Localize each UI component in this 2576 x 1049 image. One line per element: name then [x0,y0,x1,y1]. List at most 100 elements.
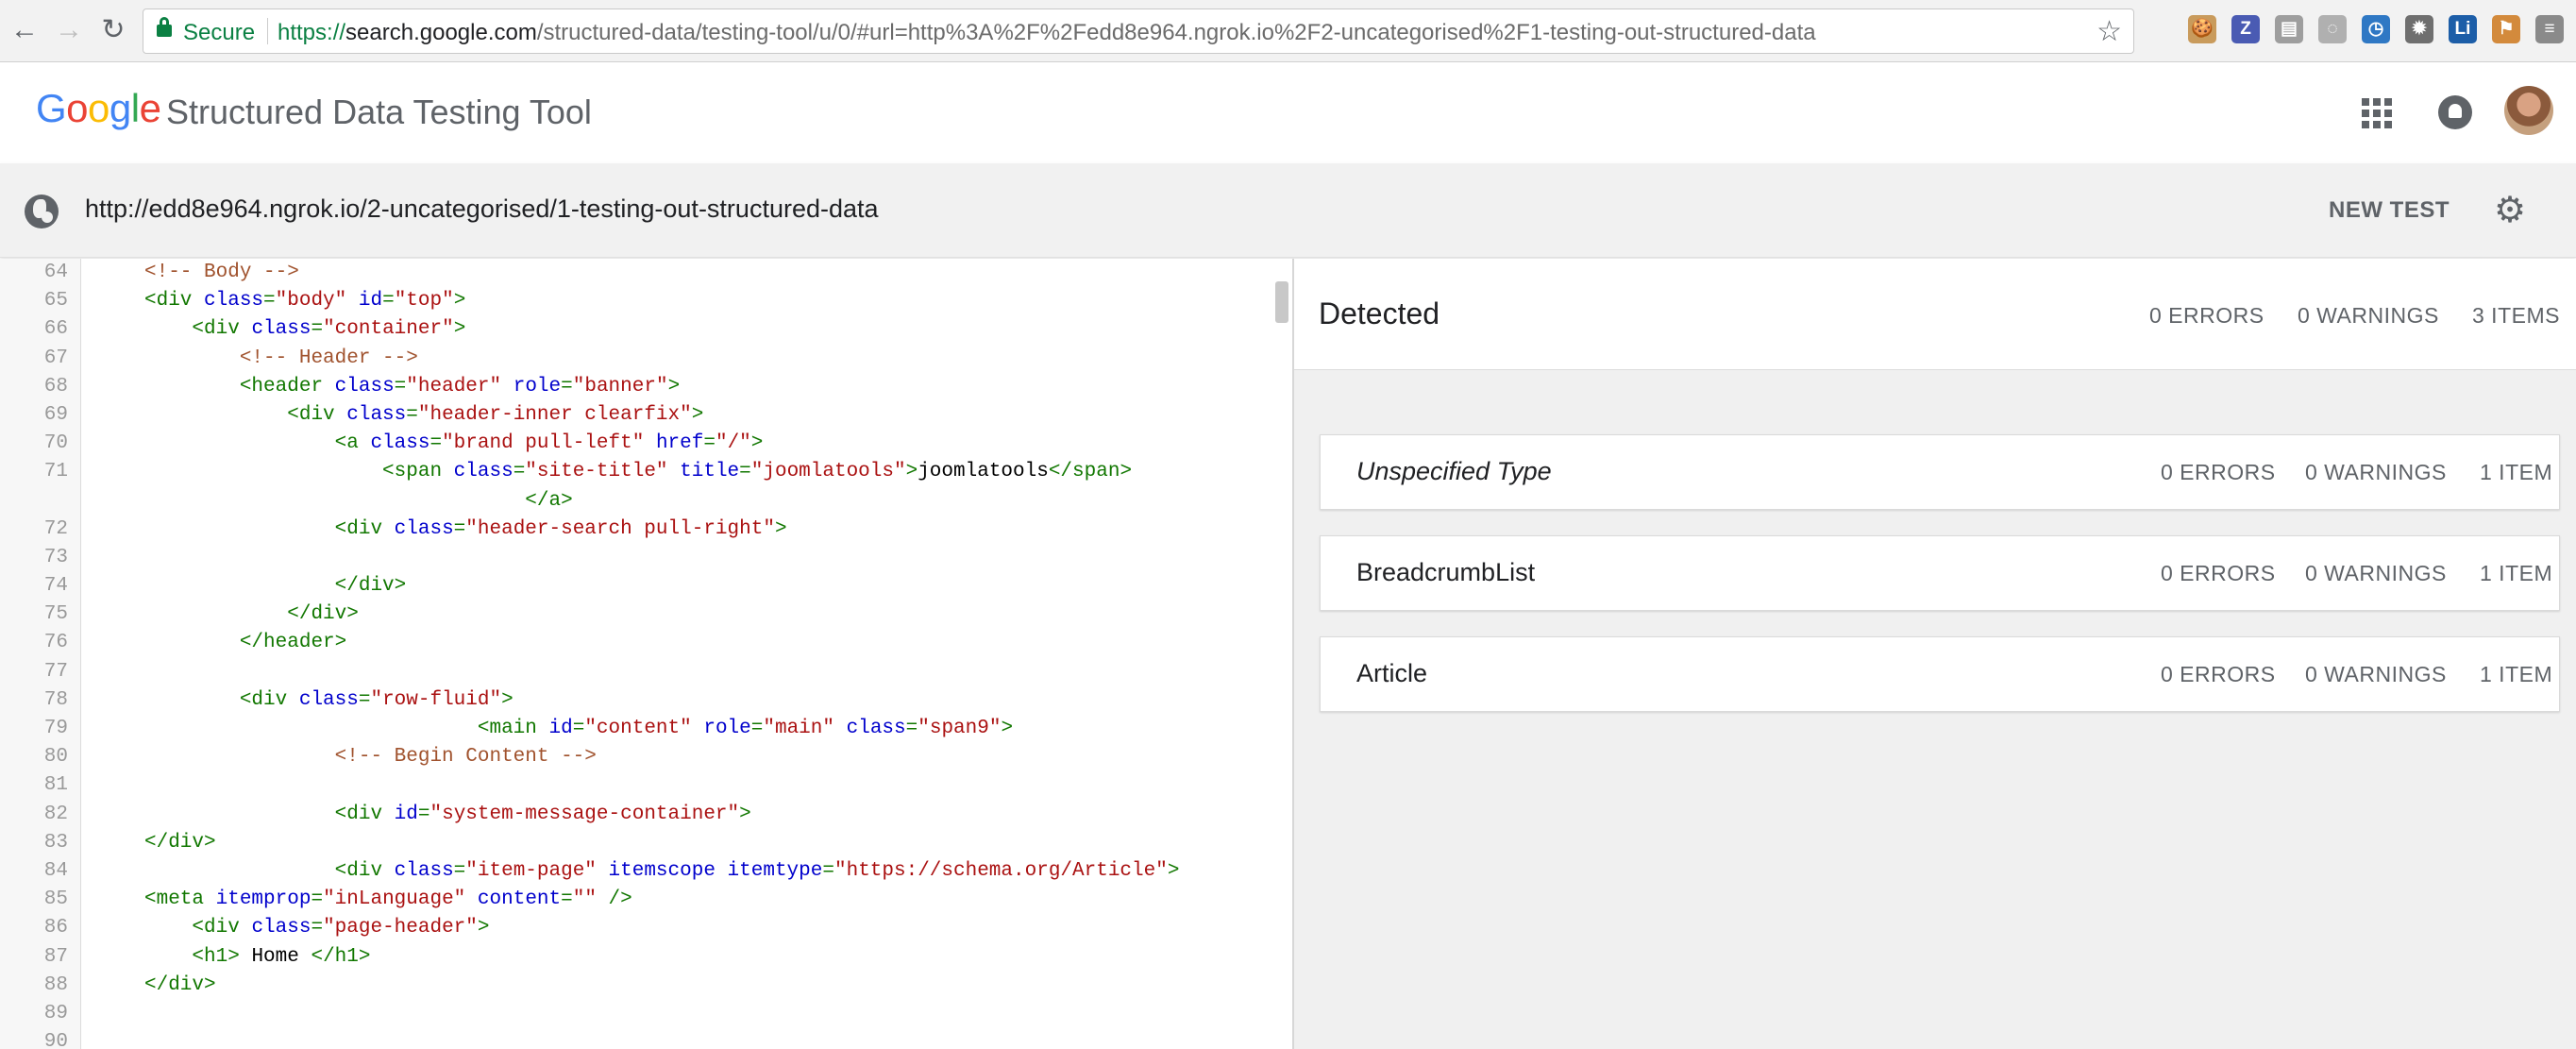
line-number: 64 [43,262,68,283]
results-panel: Detected 0 ERRORS 0 WARNINGS 3 ITEMS Uns… [1294,259,2576,1049]
card-warnings: 0 WARNINGS [2305,460,2447,484]
code-line: 64 <!-- Body --> [0,259,1274,287]
line-number: 77 [43,660,68,683]
code-line: 75 </div> [0,601,1274,629]
url-path: /structured-data/testing-tool/u/0/#url=h… [536,20,1816,45]
card-title: Article [1356,659,1428,687]
cookie-extension-icon[interactable]: 🍪 [2188,15,2216,43]
card-items: 1 ITEM [2480,662,2553,686]
result-card[interactable]: Unspecified Type 0 ERRORS 0 WARNINGS 1 ITEM [1320,434,2560,510]
code-text: </div> [144,831,216,854]
result-card[interactable]: BreadcrumbList 0 ERRORS 0 WARNINGS 1 ITEM [1320,535,2560,611]
reload-icon[interactable]: ↻ [96,13,130,47]
clock-extension-icon[interactable]: ◷ [2362,15,2390,43]
code-text: </div> [144,973,216,996]
notifications-icon[interactable] [2438,95,2472,129]
code-line: 74 </div> [0,572,1274,601]
code-text: <meta itemprop="inLanguage" content="" /… [144,888,632,911]
summary-items: 3 ITEMS [2472,303,2560,328]
code-line: 81 [0,771,1274,800]
tested-url: http://edd8e964.ngrok.io/2-uncategorised… [85,195,879,223]
line-number: 74 [43,575,68,598]
code-line: 69 <div class="header-inner clearfix"> [0,401,1274,430]
source-code-panel[interactable]: 64 <!-- Body --> 65 <div class="body" id="t… [0,259,1292,1049]
avatar[interactable] [2504,86,2553,135]
line-number: 76 [43,632,68,654]
code-line: 65 <div class="body" id="top"> [0,287,1274,315]
circle-extension-icon[interactable]: ◌ [2318,15,2347,43]
line-number: 67 [43,347,68,369]
new-test-button[interactable]: NEW TEST [2329,197,2450,224]
line-number: 84 [43,859,68,882]
line-number: 72 [43,517,68,540]
code-line: 89 [0,1000,1274,1028]
logo-letter: l [130,86,140,130]
code-text: </div> [287,603,359,626]
forward-arrow-icon[interactable]: → [52,13,86,47]
google-logo[interactable]: Google [36,86,161,131]
line-number: 82 [43,803,68,825]
flag-extension-icon[interactable]: ⚑ [2492,15,2520,43]
line-number: 90 [43,1031,68,1049]
code-line: 82 <div id="system-message-container"> [0,801,1274,829]
code-text: <div class="container"> [192,318,466,341]
code-text: <a class="brand pull-left" href="/"> [334,432,764,455]
gear-icon[interactable]: ⚙ [2492,193,2528,228]
code-text: <header class="header" role="banner"> [239,375,681,398]
line-number: 81 [43,774,68,797]
code-line: 73 [0,544,1274,572]
back-arrow-icon[interactable]: ← [8,13,42,47]
code-line: 78 <div class="row-fluid"> [0,686,1274,715]
code-text: </a> [525,489,573,512]
card-warnings: 0 WARNINGS [2305,561,2447,585]
code-text: <h1> Home </h1> [192,945,371,968]
code-line: 76 </header> [0,629,1274,657]
code-line: 79 <main id="content" role="main" class=… [0,715,1274,743]
code-lines: 64 <!-- Body --> 65 <div class="body" id="t… [0,259,1274,1049]
menu-extension-icon[interactable]: ≡ [2535,15,2564,43]
code-line: 88 </div> [0,972,1274,1000]
line-number: 73 [43,546,68,568]
line-number: 75 [43,603,68,626]
address-url[interactable]: https://search.google.com/structured-dat… [278,20,1816,46]
code-line: 86 <div class="page-header"> [0,914,1274,942]
code-text: <!-- Begin Content --> [334,746,597,769]
settings-extension-icon[interactable]: ✹ [2405,15,2433,43]
code-line: 83 </div> [0,829,1274,857]
code-text: <!-- Header --> [239,347,418,369]
code-text: <div class="header-inner clearfix"> [287,403,704,426]
summary-errors: 0 ERRORS [2149,303,2265,328]
logo-letter: o [66,86,89,130]
li-extension-icon[interactable]: Li [2449,15,2477,43]
line-number: 68 [43,375,68,398]
browser-toolbar: ← → ↻ Secure https://search.google.com/s… [0,0,2576,62]
line-number: 71 [43,461,68,483]
page-extension-icon[interactable]: ▤ [2275,15,2303,43]
address-divider [267,18,268,44]
line-number: 80 [43,746,68,769]
code-text: <div class="body" id="top"> [144,290,466,313]
bookmark-star-icon[interactable]: ☆ [2096,15,2122,48]
logo-letter: o [88,86,109,130]
line-number: 69 [43,403,68,426]
zotero-extension-icon[interactable]: Z [2231,15,2260,43]
line-number: 87 [43,945,68,968]
address-bar[interactable]: Secure https://search.google.com/structu… [143,8,2134,54]
line-number: 70 [43,432,68,455]
code-line: 87 <h1> Home </h1> [0,943,1274,972]
card-title: BreadcrumbList [1356,558,1536,586]
code-line: 72 <div class="header-search pull-right"… [0,516,1274,544]
detected-summary: Detected 0 ERRORS 0 WARNINGS 3 ITEMS [1294,259,2576,370]
code-text: <div id="system-message-container"> [334,803,751,825]
logo-letter: g [109,86,131,130]
result-card[interactable]: Article 0 ERRORS 0 WARNINGS 1 ITEM [1320,636,2560,712]
card-title: Unspecified Type [1356,457,1552,485]
card-items: 1 ITEM [2480,460,2553,484]
code-scrollbar[interactable] [1275,281,1288,323]
apps-grid-icon[interactable] [2362,98,2392,128]
code-text: <main id="content" role="main" class="sp… [477,718,1014,739]
code-line: 85 <meta itemprop="inLanguage" content=""… [0,886,1274,914]
line-number: 86 [43,917,68,939]
line-number: 78 [43,688,68,711]
code-line: 66 <div class="container"> [0,315,1274,344]
